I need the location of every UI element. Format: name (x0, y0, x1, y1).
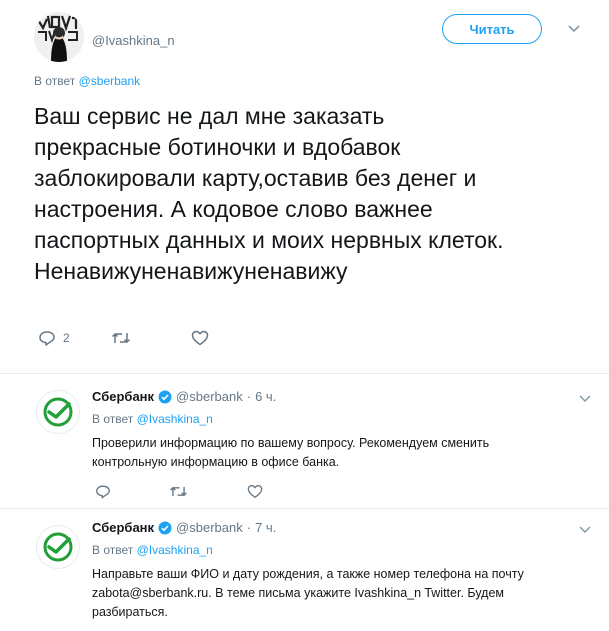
reply-action[interactable]: 2 (38, 330, 70, 346)
chevron-down-icon[interactable] (578, 525, 592, 535)
retweet-icon (170, 486, 187, 497)
author-handle[interactable]: @sberbank (176, 389, 243, 404)
chevron-down-icon[interactable] (566, 22, 582, 36)
timestamp[interactable]: 7 ч. (255, 520, 276, 535)
chevron-down-icon[interactable] (578, 394, 592, 404)
main-tweet: @Ivashkina_n Читать В ответ @sberbank Ва… (0, 0, 609, 373)
reply-to-prefix: В ответ (34, 74, 76, 88)
reply-tweet: Сбербанк @sberbank · 7 ч. В ответ @Ivash… (0, 509, 609, 631)
reply-to-line: В ответ @sberbank (34, 74, 140, 88)
reply-text: Проверили информацию по вашему вопросу. … (92, 436, 490, 469)
reply-action[interactable] (95, 484, 111, 499)
reply-count: 2 (63, 331, 70, 345)
reply-to-mention[interactable]: @Ivashkina_n (137, 412, 213, 426)
reply-to-line: В ответ @Ivashkina_n (92, 543, 213, 557)
user-handle[interactable]: @Ivashkina_n (92, 33, 175, 48)
reply-tweet: Сбербанк @sberbank · 6 ч. В ответ @Ivash… (0, 374, 609, 508)
sberbank-avatar[interactable] (36, 525, 80, 569)
like-action[interactable] (247, 484, 263, 499)
timestamp[interactable]: 6 ч. (255, 389, 276, 404)
retweet-action[interactable] (111, 331, 131, 345)
reply-icon (96, 485, 110, 499)
meta-separator: · (246, 389, 252, 404)
heart-icon (247, 485, 263, 498)
reply-to-prefix: В ответ (92, 412, 134, 426)
heart-icon (191, 330, 209, 346)
retweet-action[interactable] (169, 485, 188, 498)
author-handle[interactable]: @sberbank (176, 520, 243, 535)
author-row: Сбербанк @sberbank · 7 ч. (92, 520, 276, 535)
like-action[interactable] (191, 330, 209, 346)
tweet-text: Ваш сервис не дал мне заказать прекрасны… (34, 103, 504, 284)
reply-icon (39, 331, 55, 346)
sberbank-avatar[interactable] (36, 390, 80, 434)
reply-to-mention[interactable]: @Ivashkina_n (137, 543, 213, 557)
author-row: Сбербанк @sberbank · 6 ч. (92, 389, 276, 404)
author-name[interactable]: Сбербанк (92, 520, 154, 535)
meta-separator: · (246, 520, 252, 535)
follow-button[interactable]: Читать (442, 14, 542, 44)
reply-to-line: В ответ @Ivashkina_n (92, 412, 213, 426)
reply-to-mention[interactable]: @sberbank (79, 74, 141, 88)
reply-text: Направьте ваши ФИО и дату рождения, а та… (92, 567, 524, 619)
verified-badge-icon (158, 521, 172, 534)
user-avatar[interactable] (34, 12, 84, 62)
retweet-icon (111, 332, 131, 344)
author-name[interactable]: Сбербанк (92, 389, 154, 404)
reply-to-prefix: В ответ (92, 543, 134, 557)
verified-badge-icon (158, 390, 172, 403)
